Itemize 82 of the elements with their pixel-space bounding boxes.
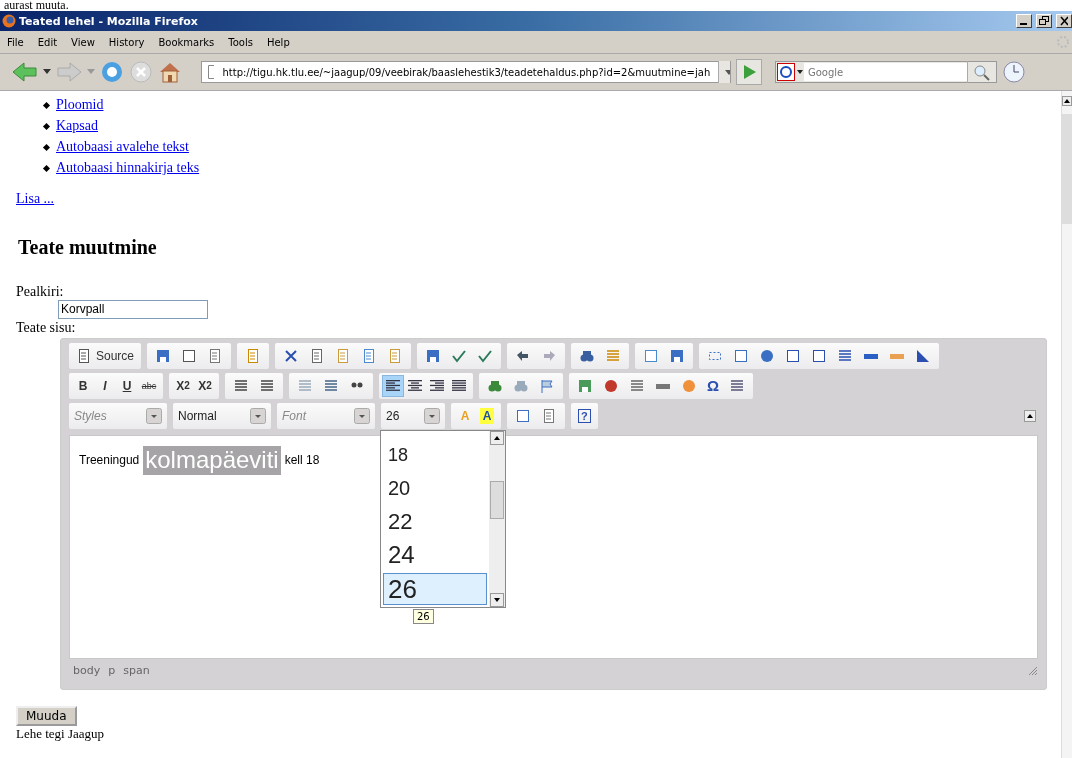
search-field[interactable]: Google: [775, 61, 997, 83]
address-field[interactable]: http://tigu.hk.tlu.ee/~jaagup/09/veebirak/baaslehestik3/teadetehaldus.php?id=2&muutmine=jah: [201, 61, 731, 83]
collapse-toolbar-icon[interactable]: [1024, 409, 1036, 422]
field-label: Pealkiri:: [16, 282, 65, 300]
format-button[interactable]: I: [94, 374, 116, 397]
bullet-icon: [42, 101, 51, 110]
caret-icon[interactable]: [43, 69, 51, 75]
menu-item[interactable]: View: [71, 36, 95, 48]
menu-item[interactable]: Help: [266, 36, 290, 48]
home-icon[interactable]: [158, 60, 182, 84]
add-link[interactable]: Lisa ...: [16, 191, 55, 208]
select-all-icon[interactable]: [643, 347, 660, 364]
save-icon[interactable]: [155, 347, 172, 364]
radio-icon[interactable]: [759, 347, 776, 364]
special-character-button[interactable]: Ω: [702, 374, 724, 397]
list-option[interactable]: 24: [383, 539, 487, 569]
help-button[interactable]: ?: [578, 408, 591, 423]
selected-text: kolmapäeviti: [143, 445, 281, 475]
dropdown[interactable]: Normal: [176, 407, 268, 424]
element-path-item[interactable]: span: [123, 664, 150, 678]
tooltip: 26: [413, 608, 434, 624]
resize-grip-icon[interactable]: [1028, 665, 1038, 676]
title-input-field[interactable]: Korvpall: [58, 299, 208, 319]
checkbox-icon[interactable]: [733, 347, 750, 364]
scroll-thumb[interactable]: [490, 480, 504, 519]
align-center-icon[interactable]: [408, 379, 422, 392]
field-label: Teate sisu:: [16, 318, 77, 336]
close-icon[interactable]: [1060, 16, 1068, 26]
menu-item[interactable]: File: [7, 36, 24, 48]
editor-text: Treeningud: [79, 453, 140, 468]
scroll-down-icon[interactable]: [490, 592, 504, 607]
list-option[interactable]: 26: [383, 572, 487, 605]
reload-icon[interactable]: [100, 60, 124, 84]
close-button[interactable]: [1056, 14, 1072, 28]
page-link[interactable]: Autobaasi avalehe tekst: [56, 139, 189, 156]
element-path-item[interactable]: body: [73, 664, 101, 678]
scroll-up-icon[interactable]: [1062, 96, 1072, 106]
menu-item[interactable]: Bookmarks: [158, 36, 215, 48]
scroll-thumb[interactable]: [1062, 114, 1072, 224]
dropdown[interactable]: 26: [384, 407, 442, 424]
footer-text: Lehe tegi Jaagup: [16, 725, 106, 741]
scrollbar[interactable]: [1061, 91, 1072, 758]
background-color-button[interactable]: A: [480, 407, 494, 424]
dropdown-icon[interactable]: [718, 61, 730, 83]
new-page-icon[interactable]: [181, 347, 198, 364]
format-button[interactable]: abc: [138, 374, 160, 397]
source-icon[interactable]: [76, 347, 92, 364]
throbber-icon: [1056, 35, 1070, 49]
source-button[interactable]: Source: [72, 344, 139, 367]
page-heading: Teate muutmine: [18, 235, 158, 259]
search-engine-icon[interactable]: [776, 61, 804, 83]
format-button[interactable]: U: [116, 374, 138, 397]
bullet-icon: [42, 143, 51, 152]
go-icon[interactable]: [736, 59, 762, 85]
window-title: Teated lehel - Mozilla Firefox: [19, 14, 198, 28]
anchor-icon[interactable]: [539, 377, 555, 394]
page-icon: [208, 65, 215, 79]
editor-text: kell 18: [284, 453, 320, 468]
indent-icon[interactable]: [323, 377, 339, 394]
menu-item[interactable]: Edit: [37, 36, 58, 48]
bullet-icon: [42, 122, 51, 131]
justify-icon[interactable]: [452, 379, 466, 392]
scrollbar[interactable]: [489, 430, 505, 607]
menu-item[interactable]: History: [108, 36, 145, 48]
list-option[interactable]: 22: [383, 506, 487, 536]
browser-logo-icon: [2, 14, 16, 28]
element-path-item[interactable]: p: [108, 664, 116, 678]
align-left-icon[interactable]: [386, 379, 400, 392]
format-button[interactable]: B: [72, 374, 94, 397]
menu-item[interactable]: Tools: [228, 36, 253, 48]
page-link[interactable]: Ploomid: [56, 97, 104, 114]
list-option[interactable]: 18: [383, 440, 487, 470]
align-right-icon[interactable]: [430, 379, 444, 392]
list-option[interactable]: 20: [383, 473, 487, 503]
document-text: aurast muuta.: [3, 0, 70, 11]
align-button[interactable]: [382, 374, 404, 397]
page-link[interactable]: Kapsad: [56, 118, 98, 135]
submit-button[interactable]: Muuda: [16, 705, 77, 726]
scroll-up-icon[interactable]: [490, 430, 504, 445]
page-link[interactable]: Autobaasi hinnakirja teks: [56, 160, 200, 177]
clock-icon[interactable]: [1002, 60, 1026, 84]
bullet-icon: [42, 164, 51, 173]
